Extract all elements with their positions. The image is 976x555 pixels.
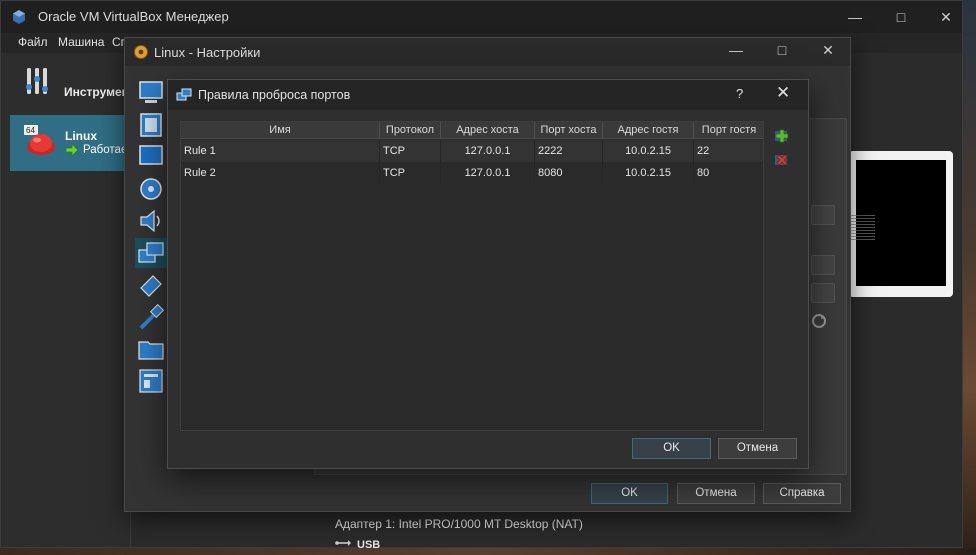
attached-to-dropdown[interactable] — [811, 205, 835, 225]
vm-name: Linux — [65, 129, 97, 143]
cell-guest-port[interactable]: 22 — [694, 140, 764, 162]
dialog-ok-button[interactable]: OK — [632, 438, 711, 459]
linux-os-icon: 64 — [24, 125, 55, 155]
column-host-ip[interactable]: Адрес хоста — [441, 122, 535, 139]
cell-guest-port[interactable]: 80 — [694, 162, 764, 184]
maximize-button[interactable]: □ — [878, 1, 924, 33]
column-host-port[interactable]: Порт хоста — [535, 122, 603, 139]
minimize-button[interactable]: — — [832, 1, 878, 33]
settings-minimize-button[interactable]: — — [713, 36, 759, 64]
promiscuous-mode-dropdown[interactable] — [811, 283, 835, 303]
column-guest-ip[interactable]: Адрес гостя — [603, 122, 694, 139]
running-arrow-icon — [65, 143, 79, 157]
cell-name[interactable]: Rule 2 — [181, 162, 380, 184]
network-icon[interactable] — [135, 238, 167, 268]
rules-table-header: Имя Протокол Адрес хоста Порт хоста Адре… — [181, 122, 763, 139]
user-interface-icon[interactable] — [135, 366, 167, 396]
general-icon[interactable] — [135, 78, 167, 108]
usb-settings-icon[interactable] — [135, 302, 167, 332]
cell-guest-ip[interactable]: 10.0.2.15 — [603, 162, 694, 184]
usb-icon — [335, 540, 351, 546]
desktop-wallpaper-bottom — [0, 548, 976, 555]
rules-table: Имя Протокол Адрес хоста Порт хоста Адре… — [180, 121, 764, 431]
cell-host-port[interactable]: 8080 — [535, 162, 603, 184]
vm-preview-console-text — [851, 215, 875, 241]
port-forwarding-titlebar: Правила проброса портов ? ✕ — [168, 80, 808, 110]
usb-detail-heading: USB — [357, 539, 381, 551]
settings-titlebar: Linux - Настройки — □ ✕ — [125, 38, 850, 66]
audio-icon[interactable] — [135, 206, 167, 236]
dialog-help-button[interactable]: ? — [736, 86, 743, 101]
network-adapter-detail: Адаптер 1: Intel PRO/1000 MT Desktop (NA… — [335, 517, 583, 531]
tools-item[interactable]: Инструмент — [1, 63, 135, 103]
settings-title: Linux - Настройки — [154, 45, 261, 60]
network-small-icon — [176, 88, 192, 101]
storage-icon[interactable] — [135, 174, 167, 204]
vm-state: Работае — [83, 144, 128, 156]
settings-help-button[interactable]: Справка — [763, 483, 841, 504]
cell-protocol[interactable]: TCP — [380, 140, 441, 162]
menu-file[interactable]: Файл — [18, 35, 48, 49]
cell-guest-ip[interactable]: 10.0.2.15 — [603, 140, 694, 162]
settings-cancel-button[interactable]: Отмена — [677, 483, 755, 504]
add-rule-icon[interactable] — [773, 127, 791, 145]
display-icon[interactable] — [135, 142, 167, 172]
adapter-type-dropdown[interactable] — [811, 255, 835, 275]
serial-ports-icon[interactable] — [135, 270, 167, 300]
cell-name[interactable]: Rule 1 — [181, 140, 380, 162]
shared-folders-icon[interactable] — [135, 334, 167, 364]
menu-machine[interactable]: Машина — [58, 35, 104, 49]
settings-category-list — [133, 74, 169, 404]
manager-titlebar: Oracle VM VirtualBox Менеджер — □ ✕ — [1, 1, 962, 33]
vm-list-item[interactable]: 64 Linux Работае — [10, 115, 131, 171]
cell-host-ip[interactable]: 127.0.0.1 — [441, 162, 535, 184]
column-guest-port[interactable]: Порт гостя — [694, 122, 764, 139]
system-icon[interactable] — [135, 110, 167, 140]
tools-icon — [26, 68, 48, 94]
refresh-mac-icon[interactable] — [811, 313, 827, 329]
settings-ok-button[interactable]: OK — [591, 483, 668, 504]
close-button[interactable]: ✕ — [923, 1, 969, 33]
port-forwarding-dialog: Правила проброса портов ? ✕ Имя Протокол… — [167, 79, 809, 469]
settings-close-button[interactable]: ✕ — [805, 36, 851, 64]
cell-host-ip[interactable]: 127.0.0.1 — [441, 140, 535, 162]
port-forwarding-title: Правила проброса портов — [198, 88, 351, 102]
vm-arch-badge: 64 — [26, 126, 35, 135]
manager-title: Oracle VM VirtualBox Менеджер — [38, 9, 229, 24]
settings-gear-icon — [134, 45, 148, 59]
column-protocol[interactable]: Протокол — [380, 122, 441, 139]
dialog-cancel-button[interactable]: Отмена — [718, 438, 797, 459]
table-row[interactable]: Rule 2 TCP 127.0.0.1 8080 10.0.2.15 80 — [181, 162, 763, 184]
virtualbox-logo-icon — [13, 10, 25, 24]
machine-list-pane: Инструмент 64 Linux Работае — [1, 53, 135, 547]
cell-host-port[interactable]: 2222 — [535, 140, 603, 162]
cell-protocol[interactable]: TCP — [380, 162, 441, 184]
table-row[interactable]: Rule 1 TCP 127.0.0.1 2222 10.0.2.15 22 — [181, 140, 763, 162]
column-name[interactable]: Имя — [181, 122, 380, 139]
settings-maximize-button[interactable]: □ — [759, 36, 805, 64]
dialog-close-button[interactable]: ✕ — [776, 83, 790, 103]
remove-rule-icon[interactable] — [773, 151, 791, 169]
